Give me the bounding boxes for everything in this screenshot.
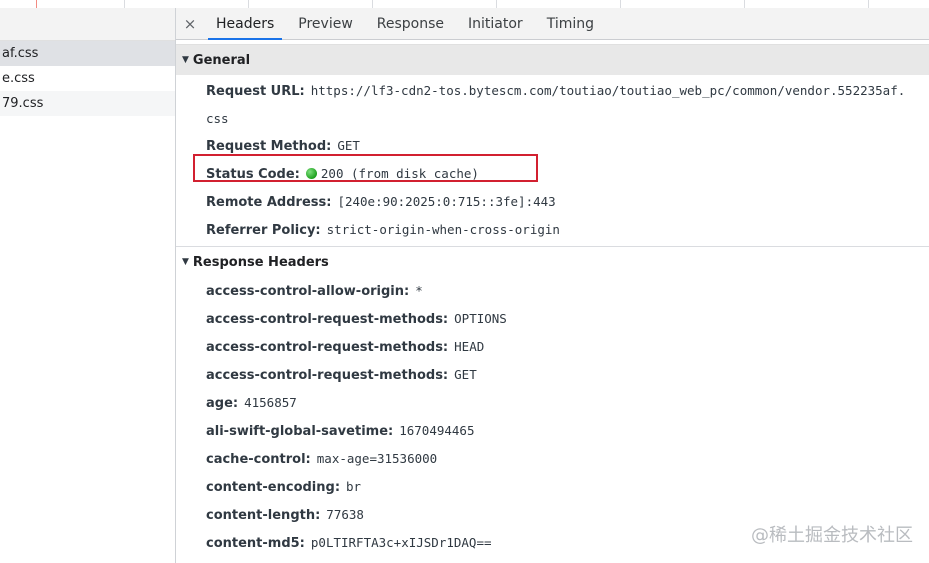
header-key: Request URL:: [206, 84, 305, 99]
tab-timing[interactable]: Timing: [535, 8, 606, 39]
triangle-down-icon: ▼: [182, 55, 189, 65]
header-key: ali-swift-global-savetime:: [206, 424, 394, 439]
header-value: GET: [337, 138, 360, 153]
response-header-row: ali-swift-global-savetime: 1670494465: [176, 417, 929, 445]
header-value: [240e:90:2025:0:715::3fe]:443: [337, 194, 556, 209]
tab-response[interactable]: Response: [365, 8, 456, 39]
header-value: 200 (from disk cache): [320, 166, 479, 181]
header-value: GET: [454, 367, 477, 382]
response-header-row: age: 4156857: [176, 389, 929, 417]
header-value: 77638: [326, 507, 364, 522]
header-value: https://lf3-cdn2-tos.bytescm.com/toutiao…: [310, 83, 906, 98]
header-key: access-control-request-methods:: [206, 368, 449, 383]
response-header-row: access-control-request-methods: HEAD: [176, 333, 929, 361]
request-row[interactable]: e.css: [0, 66, 175, 91]
timeline-tick: [496, 0, 497, 8]
timeline-tick: [744, 0, 745, 8]
response-header-row: access-control-allow-origin: *: [176, 277, 929, 305]
response-headers-section-header[interactable]: ▼ Response Headers: [176, 247, 929, 277]
request-row[interactable]: 79.css: [0, 91, 175, 116]
response-header-row: cache-control: max-age=31536000: [176, 445, 929, 473]
request-method-row: Request Method: GET: [176, 132, 929, 160]
header-value: br: [346, 479, 362, 494]
response-header-row: content-encoding: br: [176, 473, 929, 501]
header-value: *: [415, 283, 423, 298]
timeline-tick: [868, 0, 869, 8]
request-row[interactable]: af.css: [0, 41, 175, 66]
header-value: p0LTIRFTA3c+xIJSDr1DAQ==: [310, 535, 492, 550]
details-tabbar: × Headers Preview Response Initiator Tim…: [176, 8, 929, 40]
header-value: OPTIONS: [454, 311, 507, 326]
header-key: Referrer Policy:: [206, 223, 321, 238]
referrer-policy-row: Referrer Policy: strict-origin-when-cross…: [176, 216, 929, 244]
request-list-pane: af.css e.css 79.css: [0, 8, 176, 563]
header-key: Status Code:: [206, 167, 300, 182]
header-value: strict-origin-when-cross-origin: [326, 222, 560, 237]
response-header-row: access-control-request-methods: OPTIONS: [176, 305, 929, 333]
general-section-header[interactable]: ▼ General: [176, 44, 929, 75]
header-key: access-control-request-methods:: [206, 340, 449, 355]
header-key: Request Method:: [206, 139, 332, 154]
timeline-tick: [248, 0, 249, 8]
header-key: access-control-request-methods:: [206, 312, 449, 327]
request-list-header: [0, 8, 175, 41]
tab-preview[interactable]: Preview: [286, 8, 365, 39]
header-value: HEAD: [454, 339, 485, 354]
response-header-row: access-control-request-methods: GET: [176, 361, 929, 389]
header-value: 1670494465: [399, 423, 475, 438]
status-code-row: Status Code: 200 (from disk cache): [176, 160, 929, 188]
timeline-tick: [36, 0, 37, 8]
tab-initiator[interactable]: Initiator: [456, 8, 535, 39]
watermark: @稀土掘金技术社区: [751, 525, 913, 546]
request-url-row: Request URL: https://lf3-cdn2-tos.bytescm…: [176, 77, 929, 105]
remote-address-row: Remote Address: [240e:90:2025:0:715::3fe]…: [176, 188, 929, 216]
header-key: cache-control:: [206, 452, 311, 467]
header-key: content-length:: [206, 508, 321, 523]
header-key: access-control-allow-origin:: [206, 284, 410, 299]
status-ok-icon: [305, 168, 317, 179]
header-key: content-encoding:: [206, 480, 341, 495]
timeline-tick: [124, 0, 125, 8]
tab-headers[interactable]: Headers: [204, 8, 286, 40]
section-title: Response Headers: [192, 254, 329, 270]
timeline-tick: [620, 0, 621, 8]
section-title: General: [192, 52, 251, 68]
header-value: max-age=31536000: [316, 451, 438, 466]
triangle-down-icon: ▼: [182, 257, 189, 267]
header-key: age:: [206, 396, 239, 411]
timeline-tick: [372, 0, 373, 8]
request-url-continuation: css: [206, 111, 229, 126]
response-header-row: content-type:text/css; charset=utf-8: [176, 557, 929, 563]
header-key: Remote Address:: [206, 195, 332, 210]
close-icon[interactable]: ×: [176, 8, 204, 39]
request-details-pane: × Headers Preview Response Initiator Tim…: [176, 8, 929, 563]
header-key: content-md5:: [206, 536, 305, 551]
header-value: 4156857: [244, 395, 297, 410]
